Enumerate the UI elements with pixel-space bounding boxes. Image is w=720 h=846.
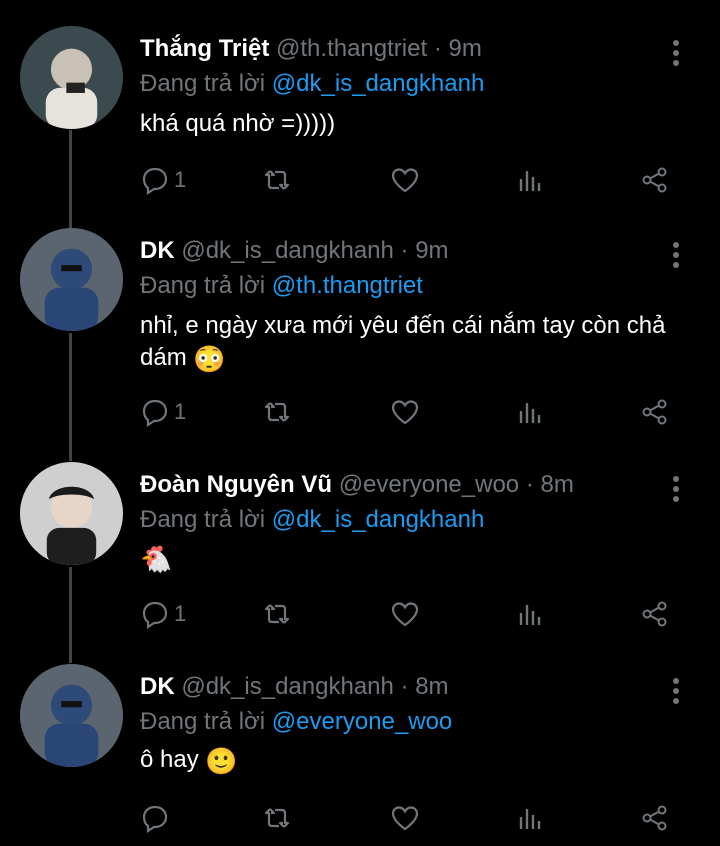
replying-to: Đang trả lời @dk_is_dangkhanh — [140, 505, 484, 535]
views-icon — [519, 809, 541, 829]
handle[interactable]: @dk_is_dangkhanh — [181, 673, 394, 700]
like-button[interactable] — [390, 800, 420, 836]
avatar[interactable] — [20, 26, 123, 129]
retweet-icon — [264, 402, 290, 422]
timestamp[interactable]: · 9m — [401, 237, 449, 264]
views-button[interactable] — [516, 162, 546, 198]
tweet-text-content: ô hay — [140, 746, 199, 773]
like-icon — [391, 400, 419, 425]
flushed-emoji: 😳 — [193, 344, 226, 374]
views-button[interactable] — [516, 394, 546, 430]
replying-to: Đang trả lời @dk_is_dangkhanh — [140, 69, 484, 99]
tweet-header: Đoàn Nguyên Vũ @everyone_woo · 8m — [140, 470, 574, 500]
retweet-button[interactable] — [262, 596, 292, 632]
tweet[interactable]: Thắng Triệt @th.thangtriet · 9m Đang trả… — [0, 26, 720, 206]
tweet-actions — [140, 800, 680, 836]
tweet-text: 🐔 — [140, 542, 172, 575]
retweet-button[interactable] — [262, 162, 292, 198]
chicken-emoji: 🐔 — [140, 544, 173, 574]
mention-link[interactable]: @th.thangtriet — [272, 272, 423, 299]
display-name[interactable]: DK — [140, 673, 175, 700]
tweet[interactable]: DK @dk_is_dangkhanh · 9m Đang trả lời @t… — [0, 228, 720, 438]
reply-count: 1 — [174, 399, 187, 424]
like-button[interactable] — [390, 596, 420, 632]
tweet-actions: 1 — [140, 596, 680, 632]
more-options-icon[interactable] — [666, 676, 686, 706]
retweet-button[interactable] — [262, 800, 292, 836]
like-button[interactable] — [390, 162, 420, 198]
handle[interactable]: @dk_is_dangkhanh — [181, 237, 394, 264]
share-icon — [642, 167, 667, 193]
more-options-icon[interactable] — [666, 38, 686, 68]
views-icon — [519, 171, 541, 191]
timestamp[interactable]: · 8m — [401, 673, 449, 700]
replying-prefix: Đang trả lời — [140, 70, 266, 97]
reply-button[interactable]: 1 — [140, 394, 186, 430]
tweet[interactable]: DK @dk_is_dangkhanh · 8m Đang trả lời @e… — [0, 664, 720, 846]
retweet-icon — [264, 808, 290, 828]
share-icon — [642, 601, 667, 627]
share-button[interactable] — [640, 800, 670, 836]
replying-prefix: Đang trả lời — [140, 506, 266, 533]
replying-prefix: Đang trả lời — [140, 272, 266, 299]
display-name[interactable]: Đoàn Nguyên Vũ — [140, 471, 332, 498]
replying-prefix: Đang trả lời — [140, 708, 266, 735]
share-button[interactable] — [640, 162, 670, 198]
display-name[interactable]: Thắng Triệt — [140, 35, 269, 62]
like-icon — [391, 806, 419, 831]
reply-button[interactable] — [140, 800, 174, 836]
tweet-header: DK @dk_is_dangkhanh · 8m — [140, 672, 449, 702]
more-options-icon[interactable] — [666, 240, 686, 270]
tweet-header: Thắng Triệt @th.thangtriet · 9m — [140, 34, 482, 64]
share-button[interactable] — [640, 394, 670, 430]
like-button[interactable] — [390, 394, 420, 430]
share-icon — [642, 399, 667, 425]
reply-count: 1 — [174, 167, 187, 192]
views-icon — [519, 605, 541, 625]
like-icon — [391, 168, 419, 193]
tweet[interactable]: Đoàn Nguyên Vũ @everyone_woo · 8m Đang t… — [0, 462, 720, 642]
reply-count: 1 — [174, 601, 187, 626]
views-button[interactable] — [516, 596, 546, 632]
retweet-icon — [264, 604, 290, 624]
reply-icon — [142, 601, 168, 629]
share-icon — [642, 805, 667, 831]
reply-button[interactable]: 1 — [140, 162, 186, 198]
display-name[interactable]: DK — [140, 237, 175, 264]
handle[interactable]: @everyone_woo — [339, 471, 519, 498]
replying-to: Đang trả lời @everyone_woo — [140, 707, 452, 737]
share-button[interactable] — [640, 596, 670, 632]
reply-icon — [142, 399, 168, 427]
like-icon — [391, 602, 419, 627]
timestamp[interactable]: · 8m — [526, 471, 574, 498]
tweet-actions: 1 — [140, 394, 680, 430]
tweet-header: DK @dk_is_dangkhanh · 9m — [140, 236, 449, 266]
tweet-text-content: khá quá nhờ =))))) — [140, 110, 336, 137]
avatar[interactable] — [20, 664, 123, 767]
reply-button[interactable]: 1 — [140, 596, 186, 632]
tweet-actions: 1 — [140, 162, 680, 198]
views-button[interactable] — [516, 800, 546, 836]
handle[interactable]: @th.thangtriet — [276, 35, 427, 62]
mention-link[interactable]: @everyone_woo — [272, 708, 452, 735]
tweet-text: khá quá nhờ =))))) — [140, 108, 335, 140]
retweet-icon — [264, 170, 290, 190]
smile-emoji: 🙂 — [205, 746, 238, 776]
avatar[interactable] — [20, 228, 123, 331]
replying-to: Đang trả lời @th.thangtriet — [140, 271, 423, 301]
more-options-icon[interactable] — [666, 474, 686, 504]
mention-link[interactable]: @dk_is_dangkhanh — [272, 70, 485, 97]
views-icon — [519, 403, 541, 423]
timestamp[interactable]: · 9m — [434, 35, 482, 62]
avatar[interactable] — [20, 462, 123, 565]
tweet-text: ô hay 🙂 — [140, 744, 238, 777]
reply-icon — [142, 805, 168, 833]
reply-icon — [142, 167, 168, 195]
mention-link[interactable]: @dk_is_dangkhanh — [272, 506, 485, 533]
retweet-button[interactable] — [262, 394, 292, 430]
tweet-text: nhỉ, e ngày xưa mới yêu đến cái nắm tay … — [140, 310, 700, 375]
